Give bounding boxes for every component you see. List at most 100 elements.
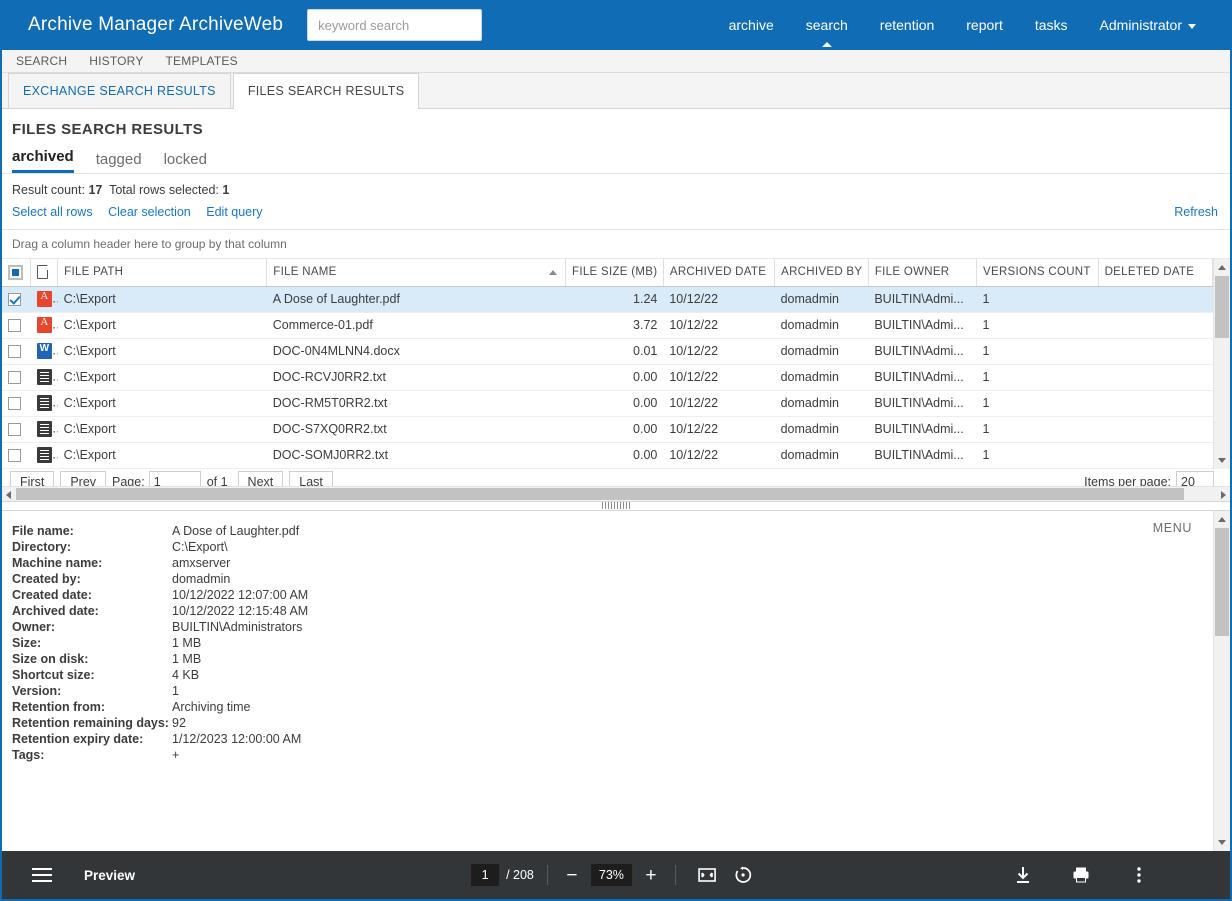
refresh-link[interactable]: Refresh <box>1174 205 1218 219</box>
row-select-cell[interactable] <box>2 312 31 338</box>
select-all-header[interactable] <box>2 259 31 286</box>
detail-menu-button[interactable]: MENU <box>1153 521 1192 535</box>
table-row[interactable]: C:\Export DOC-RM5T0RR2.txt 0.00 10/12/22… <box>2 390 1213 416</box>
nav-item-tasks[interactable]: tasks <box>1019 0 1084 50</box>
first-page-button[interactable]: First <box>10 471 54 486</box>
result-actions: Select all rows Clear selection Edit que… <box>12 205 1220 219</box>
page-header: FILES SEARCH RESULTS archived tagged loc… <box>2 109 1230 173</box>
column-header-archived-by[interactable]: ARCHIVED BY <box>775 259 869 286</box>
rotate-icon[interactable] <box>732 864 754 886</box>
grid-horizontal-scrollbar[interactable] <box>2 486 1230 501</box>
row-checkbox[interactable] <box>8 449 21 462</box>
download-icon[interactable] <box>1012 864 1034 886</box>
cell-deleted-date <box>1098 390 1212 416</box>
add-tag-button[interactable]: + <box>172 747 1230 763</box>
last-page-button[interactable]: Last <box>289 471 333 486</box>
row-select-cell[interactable] <box>2 286 31 312</box>
state-filter-tabs: archived tagged locked <box>12 148 1230 173</box>
table-row[interactable]: C:\Export Commerce-01.pdf 3.72 10/12/22 … <box>2 312 1213 338</box>
table-row[interactable]: C:\Export DOC-RCVJ0RR2.txt 0.00 10/12/22… <box>2 364 1213 390</box>
nav-item-retention[interactable]: retention <box>864 0 950 50</box>
row-select-cell[interactable] <box>2 416 31 442</box>
keyword-search-box[interactable] <box>307 9 482 41</box>
row-select-cell[interactable] <box>2 364 31 390</box>
row-select-cell[interactable] <box>2 390 31 416</box>
next-page-button[interactable]: Next <box>238 471 284 486</box>
detail-vertical-scrollbar[interactable] <box>1213 511 1230 852</box>
splitter-grip-icon[interactable] <box>602 502 630 509</box>
tab-files-search-results[interactable]: FILES SEARCH RESULTS <box>233 73 420 109</box>
detail-scroll-down-icon[interactable] <box>1218 840 1226 845</box>
clear-selection-link[interactable]: Clear selection <box>108 205 191 219</box>
column-header-file-path[interactable]: FILE PATH <box>58 259 267 286</box>
pdf-page-input[interactable] <box>471 864 499 886</box>
subnav-item-templates[interactable]: TEMPLATES <box>166 54 260 68</box>
row-select-cell[interactable] <box>2 338 31 364</box>
results-table: FILE PATH FILE NAME FILE SIZE (MB) ARCHI… <box>2 259 1213 469</box>
scroll-left-icon[interactable] <box>6 491 11 499</box>
column-header-file-size[interactable]: FILE SIZE (MB) <box>566 259 664 286</box>
select-all-rows-link[interactable]: Select all rows <box>12 205 93 219</box>
column-header-archived-date[interactable]: ARCHIVED DATE <box>663 259 774 286</box>
row-checkbox[interactable] <box>8 319 21 332</box>
row-checkbox[interactable] <box>8 345 21 358</box>
meta-label-size: Size: <box>12 635 172 651</box>
row-checkbox[interactable] <box>8 371 21 384</box>
state-tab-tagged[interactable]: tagged <box>96 151 142 173</box>
state-tab-locked[interactable]: locked <box>164 151 207 173</box>
column-header-file-owner[interactable]: FILE OWNER <box>868 259 976 286</box>
group-by-dropzone[interactable]: Drag a column header here to group by th… <box>2 230 1230 259</box>
tab-exchange-search-results[interactable]: EXCHANGE SEARCH RESULTS <box>8 73 231 108</box>
grid-hscroll-thumb[interactable] <box>16 488 1184 500</box>
cell-versions-count: 1 <box>977 286 1099 312</box>
meta-value-shortcut-size: 4 KB <box>172 667 1230 683</box>
scroll-right-icon[interactable] <box>1221 491 1226 499</box>
subnav-item-search[interactable]: SEARCH <box>16 54 89 68</box>
pagination-bar: First Prev Page: of 1 Next Last Items pe… <box>2 469 1230 486</box>
row-file-icon-cell <box>31 338 58 364</box>
nav-item-administrator[interactable]: Administrator <box>1084 0 1212 50</box>
column-header-file-name[interactable]: FILE NAME <box>267 259 566 286</box>
cell-versions-count: 1 <box>977 442 1099 468</box>
prev-page-button[interactable]: Prev <box>60 471 106 486</box>
table-row[interactable]: C:\Export A Dose of Laughter.pdf 1.24 10… <box>2 286 1213 312</box>
cell-versions-count: 1 <box>977 338 1099 364</box>
more-options-icon[interactable] <box>1128 864 1150 886</box>
column-header-deleted-date[interactable]: DELETED DATE <box>1098 259 1212 286</box>
file-metadata-list: File name: A Dose of Laughter.pdf Direct… <box>2 511 1230 763</box>
grid-vertical-scrollbar[interactable] <box>1213 259 1230 469</box>
edit-query-link[interactable]: Edit query <box>206 205 262 219</box>
table-row[interactable]: C:\Export DOC-0N4MLNN4.docx 0.01 10/12/2… <box>2 338 1213 364</box>
scroll-up-icon[interactable] <box>1218 265 1226 270</box>
zoom-in-button[interactable]: + <box>640 866 662 885</box>
state-tab-archived[interactable]: archived <box>12 148 74 173</box>
zoom-out-button[interactable]: − <box>561 866 583 885</box>
fit-to-page-icon[interactable] <box>696 864 718 886</box>
table-row[interactable]: C:\Export DOC-S7XQ0RR2.txt 0.00 10/12/22… <box>2 416 1213 442</box>
nav-item-report[interactable]: report <box>950 0 1019 50</box>
nav-item-search[interactable]: search <box>790 0 864 50</box>
scroll-down-icon[interactable] <box>1218 458 1226 463</box>
panel-splitter[interactable] <box>2 501 1230 511</box>
print-icon[interactable] <box>1070 864 1092 886</box>
page-title: FILES SEARCH RESULTS <box>12 121 1230 138</box>
column-header-versions-count[interactable]: VERSIONS COUNT <box>977 259 1099 286</box>
sidebar-toggle-icon[interactable] <box>32 868 52 882</box>
page-number-input[interactable] <box>149 471 201 486</box>
row-checkbox[interactable] <box>8 293 21 306</box>
row-select-cell[interactable] <box>2 442 31 468</box>
items-per-page-input[interactable] <box>1176 471 1214 486</box>
zoom-level-display[interactable]: 73% <box>591 864 632 886</box>
row-checkbox[interactable] <box>8 397 21 410</box>
grid-vscroll-thumb[interactable] <box>1215 276 1229 338</box>
cell-archived-by: domadmin <box>775 286 869 312</box>
meta-label-shortcut-size: Shortcut size: <box>12 667 172 683</box>
select-all-checkbox[interactable] <box>8 265 23 280</box>
detail-vscroll-thumb[interactable] <box>1215 528 1229 636</box>
search-input[interactable] <box>318 18 471 33</box>
row-checkbox[interactable] <box>8 423 21 436</box>
nav-item-archive[interactable]: archive <box>713 0 790 50</box>
table-row[interactable]: C:\Export DOC-SOMJ0RR2.txt 0.00 10/12/22… <box>2 442 1213 468</box>
detail-scroll-up-icon[interactable] <box>1218 517 1226 522</box>
subnav-item-history[interactable]: HISTORY <box>89 54 165 68</box>
